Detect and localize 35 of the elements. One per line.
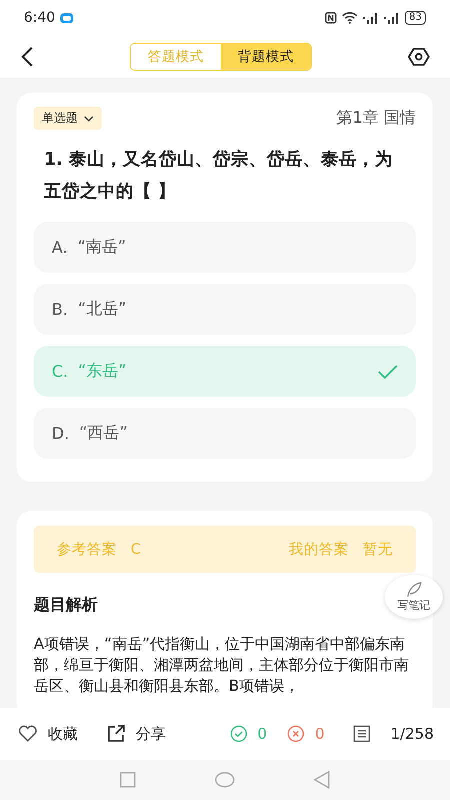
share-button[interactable]: 分享 xyxy=(106,724,166,744)
share-icon xyxy=(106,724,126,744)
caret-icon xyxy=(84,116,94,122)
home-icon[interactable] xyxy=(214,772,235,788)
eye-icon[interactable] xyxy=(408,47,430,67)
signal-icon xyxy=(363,12,380,24)
mode-tab[interactable]: 背题模式 xyxy=(221,44,311,70)
progress-button[interactable]: 1/258 xyxy=(352,725,434,743)
check-icon xyxy=(378,364,398,378)
my-answer: 我的答案 暂无 xyxy=(289,540,393,559)
status-time: 6:40 xyxy=(24,10,56,26)
answer-option[interactable]: D. “西岳” xyxy=(34,408,416,459)
write-note-button[interactable]: 写笔记 xyxy=(385,575,443,619)
message-icon xyxy=(60,12,74,24)
nfc-icon xyxy=(325,12,338,24)
signal-icon xyxy=(384,12,400,24)
analysis-title: 题目解析 xyxy=(34,595,98,616)
wifi-icon xyxy=(342,12,358,24)
battery-indicator: 83 xyxy=(405,11,426,25)
list-icon xyxy=(352,725,371,743)
chapter-label: 第1章 国情 xyxy=(336,108,416,129)
reference-answer: 参考答案 C xyxy=(57,540,141,559)
answer-option[interactable]: A. “南岳” xyxy=(34,222,416,273)
back-icon[interactable] xyxy=(20,46,34,68)
heart-icon xyxy=(18,725,38,743)
question-text: 1. 泰山，又名岱山、岱宗、岱岳、泰岳，为五岱之中的【 】 xyxy=(43,148,394,204)
question-type-dropdown[interactable]: 单选题 xyxy=(34,107,102,130)
answer-option[interactable]: B. “北岳” xyxy=(34,284,416,335)
correct-count: 0 xyxy=(230,725,268,743)
favorite-button[interactable]: 收藏 xyxy=(18,724,78,744)
wrong-count: 0 xyxy=(287,725,325,743)
recents-icon[interactable] xyxy=(120,772,136,788)
feather-icon xyxy=(405,582,423,598)
back-nav-icon[interactable] xyxy=(314,771,330,789)
analysis-text: A项错误，“南岳”代指衡山，位于中国湖南省中部偏东南部，绵亘于衡阳、湘潭两盆地间，主体部分位于衡阳市南岳区、衡山县和衡阳县东部。B项错误， xyxy=(34,634,410,697)
